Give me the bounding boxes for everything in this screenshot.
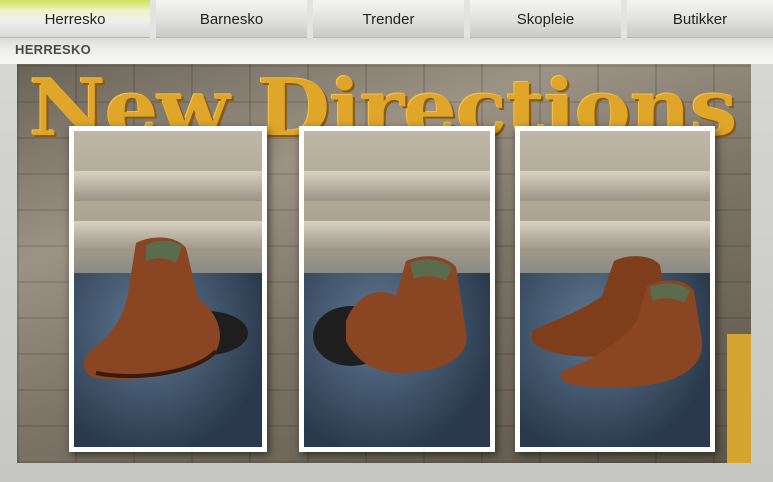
main-nav: Herresko Barnesko Trender Skopleie Butik…	[0, 0, 773, 38]
product-photo-1[interactable]	[69, 126, 267, 452]
product-photo-3-image	[520, 131, 710, 447]
decorative-stripe	[727, 334, 751, 463]
boot-icon	[532, 256, 703, 389]
stair-step	[74, 171, 262, 201]
boot-icon	[313, 256, 467, 374]
tab-skopleie[interactable]: Skopleie	[470, 0, 621, 38]
promo-banner[interactable]: New Directions	[17, 64, 751, 463]
product-photo-2[interactable]	[299, 126, 495, 452]
tab-barnesko[interactable]: Barnesko	[156, 0, 307, 38]
stair-step	[304, 171, 490, 201]
section-header: HERRESKO	[0, 38, 773, 64]
boot-icon	[84, 237, 248, 380]
stair-step	[520, 171, 710, 201]
product-photo-3[interactable]	[515, 126, 715, 452]
product-photo-1-image	[74, 131, 262, 447]
page-title: HERRESKO	[15, 42, 92, 57]
product-photo-2-image	[304, 131, 490, 447]
tab-herresko[interactable]: Herresko	[0, 0, 150, 38]
tab-trender[interactable]: Trender	[313, 0, 464, 38]
tab-butikker[interactable]: Butikker	[627, 0, 773, 38]
